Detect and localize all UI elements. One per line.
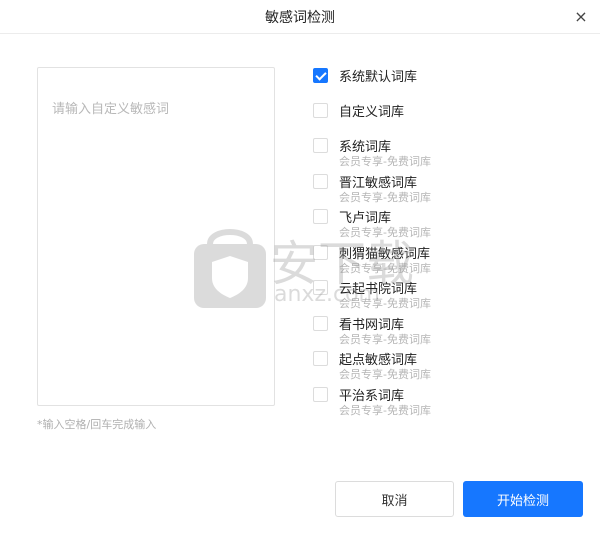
checkbox[interactable]: [313, 138, 328, 153]
library-subtitle: 会员专享-免费词库: [339, 404, 431, 417]
library-subtitle: 会员专享-免费词库: [339, 297, 431, 310]
checkbox[interactable]: [313, 209, 328, 224]
sensitive-word-dialog: 敏感词检测 × *输入空格/回车完成输入 系统默认词库 自定义词库 系统词库 会…: [0, 0, 600, 534]
checkbox[interactable]: [313, 174, 328, 189]
start-check-button[interactable]: 开始检测: [463, 481, 583, 517]
library-name: 系统默认词库: [339, 70, 418, 85]
checkbox[interactable]: [313, 387, 328, 402]
checkbox-checked[interactable]: [313, 68, 328, 83]
dialog-title: 敏感词检测: [265, 9, 335, 26]
close-icon[interactable]: ×: [572, 7, 590, 26]
checkbox[interactable]: [313, 245, 328, 260]
library-subtitle: 会员专享-免费词库: [339, 191, 431, 204]
library-subtitle: 会员专享-免费词库: [339, 262, 431, 275]
title-bar: 敏感词检测 ×: [0, 0, 600, 34]
library-name: 自定义词库: [339, 105, 405, 120]
checkbox[interactable]: [313, 103, 328, 118]
library-subtitle: 会员专享-免费词库: [339, 368, 431, 381]
custom-words-input[interactable]: [52, 98, 260, 375]
library-subtitle: 会员专享-免费词库: [339, 155, 431, 168]
checkbox[interactable]: [313, 280, 328, 295]
library-subtitle: 会员专享-免费词库: [339, 333, 431, 346]
checkbox[interactable]: [313, 351, 328, 366]
cancel-button[interactable]: 取消: [335, 481, 454, 517]
library-subtitle: 会员专享-免费词库: [339, 226, 431, 239]
custom-words-box: [37, 67, 275, 406]
checkbox[interactable]: [313, 316, 328, 331]
input-hint: *输入空格/回车完成输入: [37, 418, 157, 431]
